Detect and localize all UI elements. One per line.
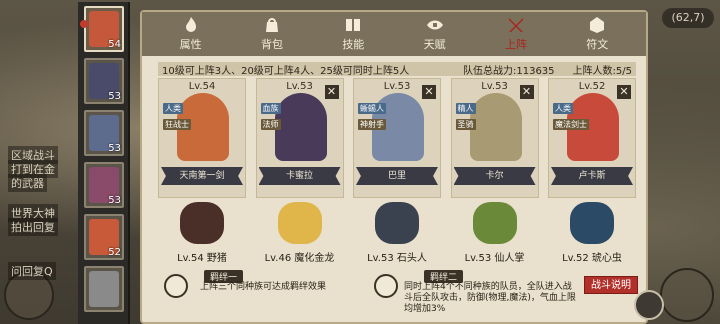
pet-figure bbox=[375, 202, 419, 244]
chat-line: 问回复Q bbox=[8, 262, 56, 280]
lineup-hero-card[interactable]: Lv.53 蜥蜴人 神射手 ✕ 巴里 bbox=[353, 78, 441, 198]
hero-level: 53 bbox=[108, 91, 121, 102]
pet-figure bbox=[570, 202, 614, 244]
hero-figure bbox=[274, 93, 327, 161]
hero-slot[interactable]: 54 bbox=[80, 6, 124, 52]
tab-label: 属性 bbox=[179, 38, 202, 51]
tab-label: 天赋 bbox=[423, 38, 446, 51]
bond-description: 同时上阵4个不同种族的队员，全队进入战斗后全队攻击，防御(物理,魔法)，气血上限… bbox=[404, 282, 576, 314]
lineup-requirement-text: 10级可上阵3人、20级可上阵4人、25级可同时上阵5人 bbox=[162, 65, 410, 77]
remove-hero-button[interactable]: ✕ bbox=[324, 85, 339, 99]
hero-level: 53 bbox=[108, 143, 121, 154]
selected-marker bbox=[80, 20, 88, 28]
lineup-hero-card[interactable]: Lv.54 人类 狂战士 天南第一剑 bbox=[158, 78, 246, 198]
class-tag: 魔法剑士 bbox=[553, 119, 589, 130]
class-tag: 法师 bbox=[260, 119, 281, 130]
eye-icon bbox=[425, 15, 445, 35]
hero-strip: 54 53 53 53 52 bbox=[78, 2, 130, 324]
tab-lineup[interactable]: 上阵 bbox=[488, 15, 544, 52]
bond-description: 上阵三个同种族可达成羁绊效果 bbox=[200, 282, 327, 292]
hero-slot[interactable]: 53 bbox=[84, 110, 124, 156]
chat-line: 拍出回复 bbox=[8, 218, 58, 236]
pet-label: Lv.53 仙人掌 bbox=[464, 253, 525, 264]
hero-name-banner: 卡尔 bbox=[453, 167, 536, 185]
tab-attributes[interactable]: 属性 bbox=[163, 15, 219, 52]
bond-icon bbox=[164, 274, 188, 298]
hero-slot[interactable]: 53 bbox=[84, 162, 124, 208]
pet-figure bbox=[472, 202, 517, 244]
tab-label: 背包 bbox=[260, 38, 283, 51]
hero-slot[interactable]: 52 bbox=[84, 214, 124, 260]
hero-portrait bbox=[89, 271, 119, 307]
lineup-hero-card[interactable]: Lv.53 血族 法师 ✕ 卡蜜拉 bbox=[255, 78, 344, 198]
team-power: 队伍总战力:113635 bbox=[462, 65, 555, 77]
chat-line: 的武器 bbox=[8, 174, 47, 192]
hero-level: 52 bbox=[108, 247, 121, 258]
hero-figure bbox=[469, 93, 522, 161]
back-button[interactable] bbox=[634, 290, 664, 320]
pet-figure bbox=[277, 202, 322, 244]
bag-icon bbox=[262, 15, 282, 35]
race-tag: 血族 bbox=[260, 103, 281, 114]
lineup-count: 上阵人数:5/5 bbox=[572, 65, 632, 77]
tab-label: 技能 bbox=[342, 38, 365, 51]
swords-icon bbox=[506, 15, 526, 35]
tab-runes[interactable]: 符文 bbox=[569, 15, 625, 52]
race-tag: 人类 bbox=[163, 103, 183, 114]
book-icon bbox=[343, 15, 363, 35]
pet-label: Lv.54 野猪 bbox=[177, 253, 227, 264]
lineup-hero-card[interactable]: Lv.52 人类 魔法剑士 ✕ 卢卡斯 bbox=[548, 78, 636, 198]
tab-bar: 属性 背包 技能 天赋 上阵 符文 bbox=[142, 12, 646, 56]
rune-icon bbox=[587, 15, 607, 35]
bond-icon bbox=[374, 274, 398, 298]
tab-label: 上阵 bbox=[504, 38, 527, 51]
lineup-info-bar: 10级可上阵3人、20级可上阵4人、25级可同时上阵5人 队伍总战力:11363… bbox=[158, 62, 636, 77]
class-tag: 神射手 bbox=[358, 119, 386, 130]
race-tag: 人类 bbox=[553, 103, 573, 114]
bond-two: 羁绊二 同时上阵4个不同种族的队员，全队进入战斗后全队攻击，防御(物理,魔法)，… bbox=[374, 270, 580, 320]
race-tag: 精人 bbox=[455, 103, 476, 114]
remove-hero-button[interactable]: ✕ bbox=[617, 85, 631, 99]
class-tag: 狂战士 bbox=[163, 119, 191, 130]
bond-one: 羁绊一 上阵三个同种族可达成羁绊效果 bbox=[164, 270, 344, 320]
pet-card[interactable]: Lv.53 仙人掌 bbox=[451, 198, 539, 266]
hero-level: Lv.54 bbox=[188, 81, 216, 92]
lineup-hero-card[interactable]: Lv.53 精人 圣骑 ✕ 卡尔 bbox=[450, 78, 539, 198]
hero-name-banner: 天南第一剑 bbox=[161, 167, 243, 185]
pet-card[interactable]: Lv.52 琥心虫 bbox=[548, 198, 636, 266]
remove-hero-button[interactable]: ✕ bbox=[519, 85, 534, 99]
hero-name-banner: 巴里 bbox=[356, 167, 438, 185]
pet-card[interactable]: Lv.54 野猪 bbox=[158, 198, 246, 266]
race-tag: 蜥蜴人 bbox=[358, 103, 386, 114]
pet-label: Lv.53 石头人 bbox=[367, 253, 427, 264]
hero-slot[interactable]: 53 bbox=[84, 58, 124, 104]
lineup-row: Lv.54 人类 狂战士 天南第一剑 Lv.53 血族 法师 ✕ 卡蜜拉 Lv.… bbox=[158, 78, 636, 198]
hero-slot[interactable] bbox=[84, 266, 124, 312]
hero-level: 54 bbox=[108, 39, 121, 50]
world-action-ring[interactable] bbox=[660, 268, 714, 322]
pet-card[interactable]: Lv.46 魔化金龙 bbox=[256, 198, 344, 266]
tab-bag[interactable]: 背包 bbox=[244, 15, 300, 52]
pet-row: Lv.54 野猪 Lv.46 魔化金龙 Lv.53 石头人 Lv.53 仙人掌 … bbox=[158, 198, 636, 266]
pet-label: Lv.46 魔化金龙 bbox=[264, 253, 335, 264]
battle-info-button[interactable]: 战斗说明 bbox=[584, 276, 638, 294]
coordinate-readout: (62,7) bbox=[662, 8, 714, 28]
hero-name-banner: 卢卡斯 bbox=[551, 167, 633, 185]
pet-card[interactable]: Lv.53 石头人 bbox=[353, 198, 441, 266]
lineup-panel: 属性 背包 技能 天赋 上阵 符文 10级可上阵3人、20级可上阵4人、25级可… bbox=[140, 10, 648, 324]
fire-icon bbox=[181, 15, 201, 35]
tab-label: 符文 bbox=[586, 38, 609, 51]
hero-level: 53 bbox=[108, 195, 121, 206]
remove-hero-button[interactable]: ✕ bbox=[422, 85, 436, 99]
pet-label: Lv.52 琥心虫 bbox=[562, 253, 622, 264]
tab-skills[interactable]: 技能 bbox=[325, 15, 381, 52]
hero-name-banner: 卡蜜拉 bbox=[258, 167, 341, 185]
pet-figure bbox=[180, 202, 224, 244]
class-tag: 圣骑 bbox=[455, 119, 476, 130]
tab-talent[interactable]: 天赋 bbox=[407, 15, 463, 52]
